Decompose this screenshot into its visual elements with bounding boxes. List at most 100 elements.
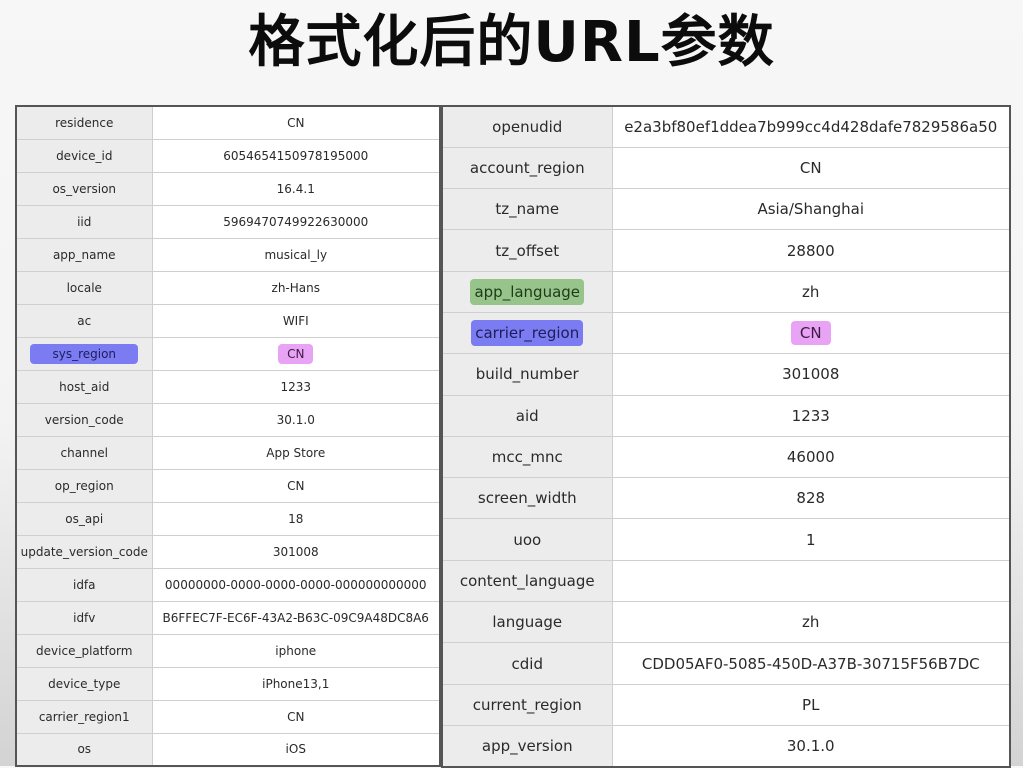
page-title: 格式化后的URL参数: [248, 10, 775, 75]
param-row: device_type iPhone13,1: [15, 666, 441, 701]
param-value-cell: 828: [611, 477, 1011, 520]
param-row: build_number 301008: [441, 353, 1011, 396]
param-key-cell: carrier_region: [441, 311, 613, 355]
param-key-cell: os_version: [15, 171, 153, 206]
param-key-cell: cdid: [441, 642, 613, 685]
param-key: channel: [60, 445, 108, 460]
param-key: idfa: [72, 577, 96, 592]
param-key: carrier_region1: [38, 709, 130, 724]
param-key: aid: [515, 406, 539, 425]
param-value: zh: [802, 282, 820, 301]
param-value: 5969470749922630000: [223, 214, 369, 229]
param-value-cell: CN: [151, 468, 441, 503]
param-value-cell: 301008: [151, 534, 441, 569]
param-row: device_platform iphone: [15, 633, 441, 668]
param-key-cell: op_region: [15, 468, 153, 503]
param-value-cell: zh: [611, 601, 1011, 644]
param-row: os iOS: [15, 732, 441, 767]
param-key: cdid: [511, 654, 543, 673]
param-key: device_type: [48, 676, 121, 691]
param-key-cell: idfv: [15, 600, 153, 635]
param-value-cell: WIFI: [151, 303, 441, 338]
param-key-cell: uoo: [441, 518, 613, 561]
param-value-cell: App Store: [151, 435, 441, 470]
param-value: zh: [802, 613, 820, 632]
highlighted-param-key: app_language: [470, 278, 585, 305]
param-value: B6FFEC7F-EC6F-43A2-B63C-09C9A48DC8A6: [162, 610, 429, 625]
highlighted-param-key: carrier_region: [471, 320, 584, 347]
param-row: aid 1233: [441, 394, 1011, 437]
param-value-cell: 30.1.0: [611, 724, 1011, 768]
param-value: CN: [287, 709, 305, 724]
param-row: account_region CN: [441, 146, 1011, 190]
param-value-cell: musical_ly: [151, 237, 441, 272]
param-key-cell: carrier_region1: [15, 699, 153, 734]
param-key: device_id: [56, 148, 113, 163]
left-params-table: residence CN device_id 6054654150978195000 o…: [15, 105, 441, 767]
param-key-cell: locale: [15, 270, 153, 305]
param-row: current_region PL: [441, 683, 1011, 726]
param-value-cell: 1233: [611, 394, 1011, 437]
param-row: sys_region CN: [15, 336, 441, 371]
param-row: app_name musical_ly: [15, 237, 441, 272]
param-row: uoo 1: [441, 518, 1011, 561]
param-row: mcc_mnc 46000: [441, 435, 1011, 479]
param-value: 1233: [791, 406, 830, 425]
param-key: screen_width: [477, 489, 577, 508]
param-key: language: [492, 613, 563, 632]
param-value-cell: zh-Hans: [151, 270, 441, 305]
param-row: os_version 16.4.1: [15, 171, 441, 206]
param-key-cell: os: [15, 732, 153, 767]
param-value: 30.1.0: [276, 412, 315, 427]
param-value: App Store: [266, 445, 326, 460]
param-key: ac: [77, 313, 92, 328]
param-value-cell: 5969470749922630000: [151, 204, 441, 239]
param-row: idfa 00000000-0000-0000-0000-000000000000: [15, 567, 441, 602]
param-key: tz_name: [495, 200, 560, 219]
param-row: tz_offset 28800: [441, 229, 1011, 272]
param-row: openudid e2a3bf80ef1ddea7b999cc4d428dafe7…: [441, 105, 1011, 148]
param-value: PL: [802, 695, 820, 714]
param-key-cell: device_type: [15, 666, 153, 701]
param-value-cell: 00000000-0000-0000-0000-000000000000: [151, 567, 441, 602]
param-value: iphone: [275, 643, 317, 658]
param-value-cell: CN: [151, 699, 441, 734]
param-value-cell: iOS: [151, 732, 441, 767]
param-key-cell: channel: [15, 435, 153, 470]
param-value: 46000: [786, 448, 835, 467]
param-value-cell: zh: [611, 270, 1011, 313]
param-value-cell: e2a3bf80ef1ddea7b999cc4d428dafe7829586a5…: [611, 105, 1011, 148]
param-value: e2a3bf80ef1ddea7b999cc4d428dafe7829586a5…: [624, 117, 998, 136]
left-params-body: residence CN device_id 6054654150978195000 o…: [15, 105, 441, 767]
param-key: openudid: [492, 117, 563, 136]
param-value: CN: [287, 115, 305, 130]
highlighted-param-value: CN: [790, 321, 831, 346]
param-value: zh-Hans: [271, 280, 320, 295]
param-value-cell: 301008: [611, 353, 1011, 396]
param-value-cell: [611, 559, 1011, 603]
param-row: screen_width 828: [441, 477, 1011, 520]
param-key-cell: version_code: [15, 402, 153, 437]
param-key: os_version: [52, 181, 117, 196]
param-value-cell: iphone: [151, 633, 441, 668]
param-value: musical_ly: [264, 247, 328, 262]
param-row: app_version 30.1.0: [441, 724, 1011, 768]
param-value: 18: [288, 511, 304, 526]
param-key-cell: current_region: [441, 683, 613, 726]
param-key: residence: [55, 115, 114, 130]
right-params-table: openudid e2a3bf80ef1ddea7b999cc4d428dafe7…: [441, 105, 1011, 768]
param-key: iid: [77, 214, 92, 229]
highlighted-param-key: sys_region: [30, 343, 139, 364]
param-key-cell: ac: [15, 303, 153, 338]
param-value-cell: CN: [151, 105, 441, 140]
param-key: locale: [66, 280, 102, 295]
param-value: Asia/Shanghai: [757, 200, 865, 219]
param-value-cell: CN: [151, 336, 441, 371]
right-params-body: openudid e2a3bf80ef1ddea7b999cc4d428dafe7…: [441, 105, 1011, 768]
param-row: language zh: [441, 601, 1011, 644]
param-key: update_version_code: [20, 544, 148, 559]
param-value: WIFI: [282, 313, 309, 328]
param-row: device_id 6054654150978195000: [15, 138, 441, 173]
param-value: iPhone13,1: [262, 676, 330, 691]
param-row: carrier_region1 CN: [15, 699, 441, 734]
